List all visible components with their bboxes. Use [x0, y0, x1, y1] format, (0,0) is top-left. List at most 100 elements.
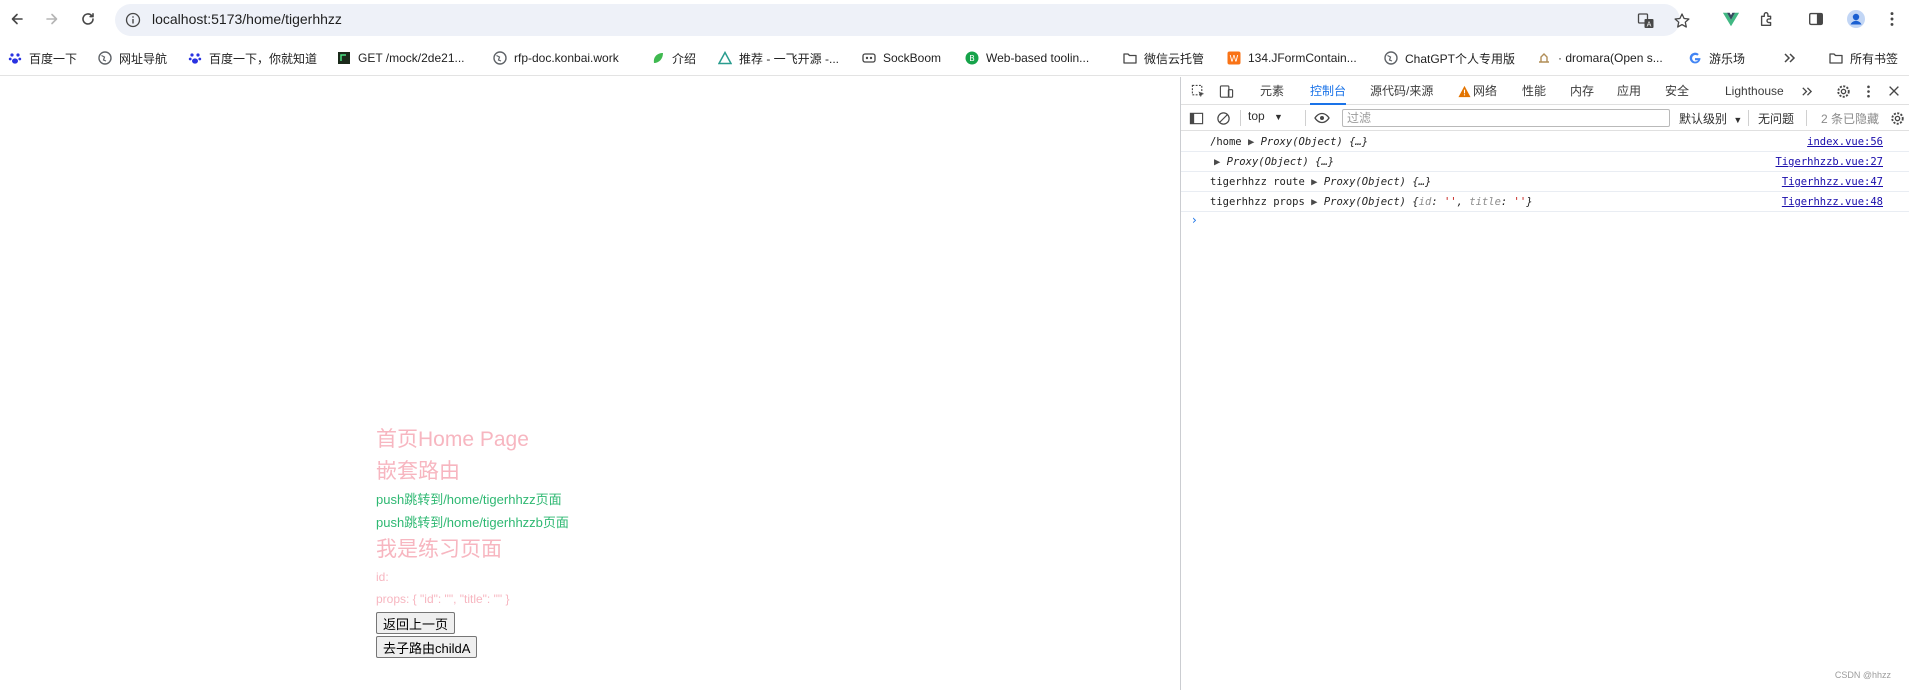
page-viewport: 首页Home Page 嵌套路由 push跳转到/home/tigerhhzz页…: [0, 77, 1180, 690]
bookmark-baidu[interactable]: 百度一下: [8, 48, 77, 68]
log-prefix: tigerhhzz props: [1210, 196, 1305, 208]
expand-triangle-icon[interactable]: ▶: [1248, 136, 1254, 148]
tab-network[interactable]: 网络: [1473, 77, 1497, 105]
log-source-link[interactable]: Tigerhhzz.vue:48: [1782, 196, 1883, 208]
tab-application[interactable]: 应用: [1617, 77, 1641, 105]
console-message[interactable]: tigerhhzz props ▶ Proxy(Object) {id: '',…: [1210, 196, 1533, 208]
devtools-close-icon[interactable]: [1886, 83, 1902, 99]
log-source-link[interactable]: Tigerhhzz.vue:47: [1782, 176, 1883, 188]
extensions-icon[interactable]: [1757, 9, 1777, 29]
devtools-settings-gear-icon[interactable]: [1835, 83, 1851, 99]
go-back-button[interactable]: 返回上一页: [376, 612, 456, 634]
translate-icon[interactable]: A: [1637, 12, 1655, 30]
bookmark-label: 游乐场: [1709, 51, 1746, 66]
bookmarks-overflow-chevron-icon[interactable]: [1782, 48, 1796, 68]
tab-sources[interactable]: 源代码/来源: [1370, 77, 1433, 105]
bookmark-yifei[interactable]: 推荐 - 一飞开源 -...: [718, 48, 839, 68]
bookmark-intro[interactable]: 介绍: [651, 48, 696, 68]
log-level-dropdown[interactable]: 默认级别 ▼: [1679, 110, 1742, 127]
bookmark-jform[interactable]: W 134.JFormContain...: [1227, 48, 1357, 68]
expand-triangle-icon[interactable]: ▶: [1214, 156, 1220, 168]
nested-route-title: 嵌套路由: [376, 460, 460, 483]
bookmark-baidu-full[interactable]: 百度一下，你就知道: [188, 48, 317, 68]
bookmark-sockboom[interactable]: SockBoom: [862, 48, 941, 68]
forward-icon[interactable]: [41, 8, 63, 30]
bookmark-label: 百度一下: [29, 51, 78, 66]
tab-elements[interactable]: 元素: [1260, 77, 1284, 105]
console-filter-input[interactable]: [1342, 109, 1670, 127]
orange-w-icon: W: [1227, 51, 1241, 65]
url-text[interactable]: localhost:5173/home/tigerhhzz: [152, 11, 342, 27]
console-message[interactable]: /home ▶ Proxy(Object) {…}: [1210, 136, 1368, 148]
warning-triangle-icon: [1457, 84, 1471, 98]
bookmark-label: 微信云托管: [1144, 51, 1205, 66]
site-info-icon[interactable]: [125, 12, 141, 28]
svg-text:B: B: [969, 54, 975, 63]
tab-console[interactable]: 控制台: [1310, 77, 1347, 105]
console-settings-gear-icon[interactable]: [1889, 110, 1905, 126]
practice-page-title: 我是练习页面: [376, 538, 502, 561]
devtools-panel: 元素 控制台 源代码/来源 网络 性能 内存 应用 安全 Lighthouse: [1180, 77, 1909, 690]
sockboom-icon: [862, 51, 876, 65]
context-selector-label: top: [1248, 109, 1265, 123]
bookmark-playground[interactable]: 游乐场: [1688, 48, 1745, 68]
svg-text:A: A: [1647, 20, 1652, 28]
back-icon[interactable]: [6, 8, 28, 30]
dropdown-caret-icon: ▼: [1274, 112, 1283, 122]
tab-memory[interactable]: 内存: [1570, 77, 1594, 105]
vue-devtools-icon[interactable]: [1721, 9, 1741, 29]
bookmark-label: 网址导航: [119, 51, 168, 66]
bookmark-web-tooling[interactable]: B Web-based toolin...: [965, 48, 1089, 68]
all-bookmarks-folder[interactable]: 所有书签: [1829, 48, 1898, 68]
watermark: CSDN @hhzz: [1834, 670, 1891, 680]
triangle-logo-icon: [718, 51, 732, 65]
bookmark-label: 推荐 - 一飞开源 -...: [739, 51, 839, 66]
bookmark-star-icon[interactable]: [1673, 12, 1691, 30]
log-object-preview: {id: '', title: ''}: [1412, 196, 1533, 208]
live-expression-eye-icon[interactable]: [1314, 110, 1330, 126]
bookmark-dromara[interactable]: · dromara(Open s...: [1537, 48, 1663, 68]
more-tabs-chevron-icon[interactable]: [1798, 83, 1814, 99]
console-prompt-chevron-icon[interactable]: ›: [1192, 213, 1197, 227]
bookmark-mock[interactable]: GET /mock/2de21...: [337, 48, 465, 68]
bookmark-chatgpt[interactable]: ChatGPT个人专用版: [1384, 48, 1515, 68]
console-message[interactable]: ▶ Proxy(Object) {…}: [1214, 156, 1334, 168]
baidu-paw-icon: [188, 51, 202, 65]
toolbar-divider: [1748, 110, 1749, 126]
console-message[interactable]: tigerhhzz route ▶ Proxy(Object) {…}: [1210, 176, 1431, 188]
log-level-label: 默认级别: [1679, 112, 1728, 126]
console-sidebar-icon[interactable]: [1188, 110, 1204, 126]
tab-performance[interactable]: 性能: [1522, 77, 1546, 105]
bookmark-label: ChatGPT个人专用版: [1405, 51, 1516, 66]
devtools-kebab-icon[interactable]: [1860, 83, 1876, 99]
push-link-tigerhhzzb[interactable]: push跳转到/home/tigerhhzzb页面: [376, 511, 569, 534]
log-source-link[interactable]: index.vue:56: [1807, 136, 1883, 148]
home-page-title: 首页Home Page: [376, 428, 529, 451]
push-link-tigerhhzz[interactable]: push跳转到/home/tigerhhzz页面: [376, 488, 569, 511]
toolbar-divider: [1806, 110, 1807, 126]
menu-kebab-icon[interactable]: [1882, 9, 1902, 29]
tab-security[interactable]: 安全: [1665, 77, 1689, 105]
bookmark-folder-wechat[interactable]: 微信云托管: [1123, 48, 1204, 68]
side-panel-icon[interactable]: [1806, 9, 1826, 29]
bookmark-nav[interactable]: 网址导航: [98, 48, 167, 68]
globe-icon: [98, 51, 112, 65]
folder-icon: [1829, 51, 1843, 65]
expand-triangle-icon[interactable]: ▶: [1311, 176, 1317, 188]
dropdown-caret-icon: ▼: [1733, 115, 1743, 125]
issues-button[interactable]: 无问题: [1758, 110, 1794, 127]
expand-triangle-icon[interactable]: ▶: [1311, 196, 1317, 208]
bookmark-rfp-doc[interactable]: rfp-doc.konbai.work: [493, 48, 619, 68]
address-bar[interactable]: localhost:5173/home/tigerhhzz A: [115, 4, 1690, 36]
context-selector[interactable]: top ▼: [1248, 109, 1283, 123]
reload-icon[interactable]: [77, 8, 99, 30]
device-toolbar-icon[interactable]: [1218, 83, 1234, 99]
vue-app-root: 首页Home Page 嵌套路由 push跳转到/home/tigerhhzz页…: [376, 424, 569, 658]
clear-console-icon[interactable]: [1215, 110, 1231, 126]
bookmark-label: rfp-doc.konbai.work: [514, 51, 619, 65]
go-child-route-button[interactable]: 去子路由childA: [376, 636, 478, 658]
tab-lighthouse[interactable]: Lighthouse: [1725, 77, 1784, 105]
inspect-element-icon[interactable]: [1190, 83, 1206, 99]
log-source-link[interactable]: Tigerhhzzb.vue:27: [1776, 156, 1883, 168]
profile-avatar-icon[interactable]: [1846, 9, 1866, 29]
